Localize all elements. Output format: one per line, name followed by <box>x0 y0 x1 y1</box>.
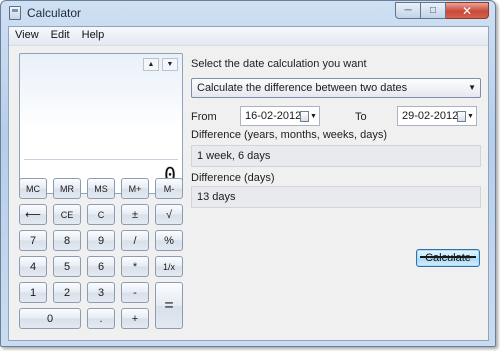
key-plus-minus[interactable]: ± <box>121 204 149 225</box>
history-arrows: ▲ ▼ <box>143 58 178 71</box>
to-label: To <box>355 111 367 123</box>
key-0[interactable]: 0 <box>19 308 81 329</box>
calculator-icon <box>9 6 21 20</box>
from-label: From <box>191 111 217 123</box>
calendar-icon <box>300 110 309 122</box>
from-date-picker[interactable]: 16-02-2012 ▼ <box>240 106 320 126</box>
title-bar[interactable]: Calculator ─ □ ✕ <box>1 1 495 25</box>
key-mc[interactable]: MC <box>19 178 47 199</box>
key-mr[interactable]: MR <box>53 178 81 199</box>
key-m-plus[interactable]: M+ <box>121 178 149 199</box>
key-3[interactable]: 3 <box>87 282 115 303</box>
key-2[interactable]: 2 <box>53 282 81 303</box>
history-up-button[interactable]: ▲ <box>143 58 159 71</box>
key-backspace[interactable]: ⟵ <box>19 204 47 225</box>
difference-label-ymwd: Difference (years, months, weeks, days) <box>191 129 388 141</box>
key-m-minus[interactable]: M- <box>155 178 183 199</box>
date-calculation-pane: Select the date calculation you want Cal… <box>191 53 483 335</box>
display-panel: ▲ ▼ 0 <box>19 53 183 194</box>
client-area: View Edit Help ▲ ▼ 0 MC MR MS M+ M- ⟵ CE… <box>8 26 489 341</box>
to-calendar-button[interactable]: ▼ <box>457 109 474 123</box>
key-sqrt[interactable]: √ <box>155 204 183 225</box>
from-date-value: 16-02-2012 <box>245 110 302 122</box>
calculation-mode-select[interactable]: Calculate the difference between two dat… <box>191 78 481 98</box>
key-4[interactable]: 4 <box>19 256 47 277</box>
menu-edit[interactable]: Edit <box>45 27 76 45</box>
chevron-down-icon: ▼ <box>310 112 317 120</box>
key-9[interactable]: 9 <box>87 230 115 251</box>
calculate-button[interactable]: Calculate <box>416 249 480 267</box>
to-date-picker[interactable]: 29-02-2012 ▼ <box>397 106 477 126</box>
menu-bar: View Edit Help <box>9 27 488 46</box>
key-add[interactable]: + <box>121 308 149 329</box>
key-c[interactable]: C <box>87 204 115 225</box>
difference-label-days: Difference (days) <box>191 172 275 184</box>
caption-buttons: ─ □ ✕ <box>395 2 489 19</box>
key-5[interactable]: 5 <box>53 256 81 277</box>
calculator-window: Calculator ─ □ ✕ View Edit Help ▲ ▼ 0 MC… <box>0 0 496 347</box>
key-multiply[interactable]: * <box>121 256 149 277</box>
chevron-down-icon: ▼ <box>467 112 474 120</box>
difference-days-field: 13 days <box>191 186 481 208</box>
key-ms[interactable]: MS <box>87 178 115 199</box>
difference-ymwd-field: 1 week, 6 days <box>191 145 481 167</box>
menu-view[interactable]: View <box>9 27 45 45</box>
history-down-button[interactable]: ▼ <box>162 58 178 71</box>
chevron-down-icon: ▼ <box>468 83 476 92</box>
minimize-button[interactable]: ─ <box>395 2 421 19</box>
key-8[interactable]: 8 <box>53 230 81 251</box>
key-divide[interactable]: / <box>121 230 149 251</box>
calendar-icon <box>457 110 466 122</box>
date-calc-heading: Select the date calculation you want <box>191 58 367 70</box>
close-button[interactable]: ✕ <box>446 2 489 19</box>
key-ce[interactable]: CE <box>53 204 81 225</box>
key-subtract[interactable]: - <box>121 282 149 303</box>
key-equals[interactable]: = <box>155 282 183 329</box>
key-1[interactable]: 1 <box>19 282 47 303</box>
key-percent[interactable]: % <box>155 230 183 251</box>
key-decimal[interactable]: . <box>87 308 115 329</box>
key-reciprocal[interactable]: 1/x <box>155 256 183 277</box>
window-title: Calculator <box>27 6 82 20</box>
from-calendar-button[interactable]: ▼ <box>300 109 317 123</box>
key-6[interactable]: 6 <box>87 256 115 277</box>
calculation-mode-value: Calculate the difference between two dat… <box>197 82 408 94</box>
key-7[interactable]: 7 <box>19 230 47 251</box>
maximize-button[interactable]: □ <box>421 2 446 19</box>
menu-help[interactable]: Help <box>76 27 111 45</box>
display-divider <box>24 159 178 160</box>
to-date-value: 29-02-2012 <box>402 110 459 122</box>
